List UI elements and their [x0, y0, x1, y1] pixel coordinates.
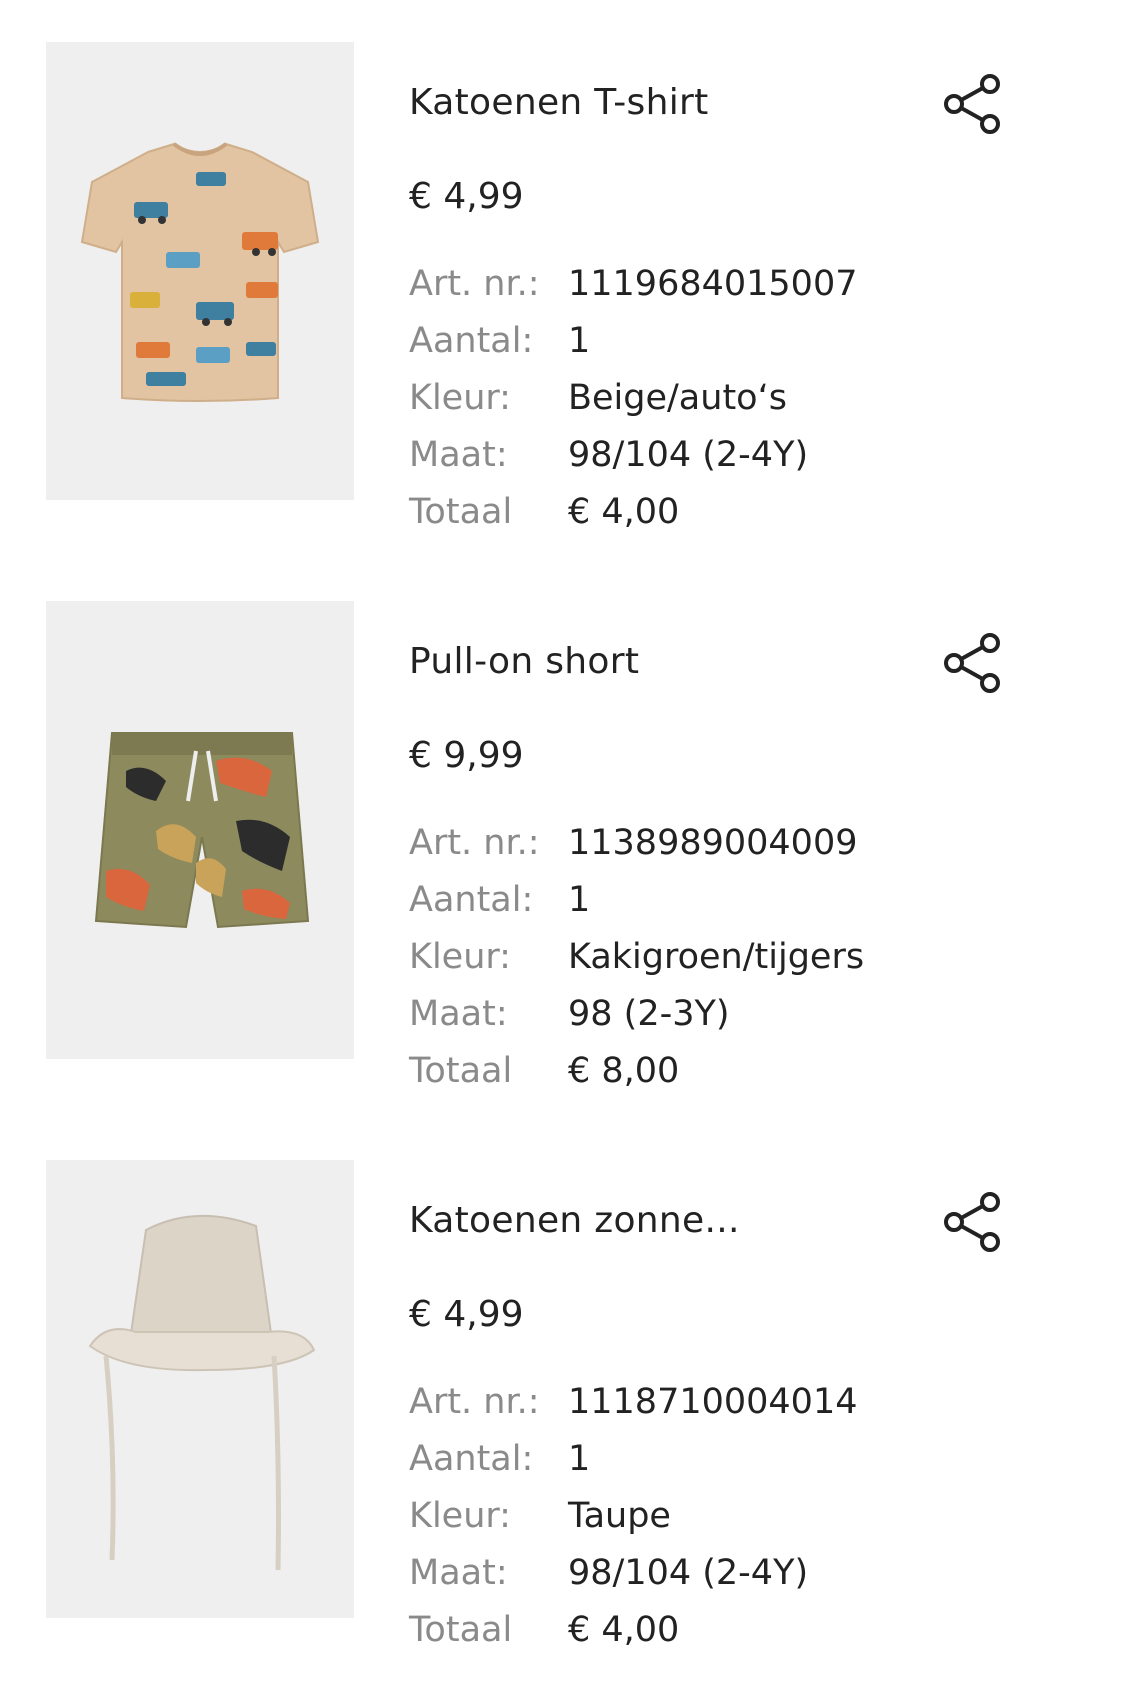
- product-image[interactable]: [46, 42, 354, 500]
- detail-row-maat: Maat: 98/104 (2-4Y): [409, 1553, 1029, 1610]
- totaal-label: Totaal: [409, 492, 513, 532]
- totaal-label: Totaal: [409, 1610, 513, 1650]
- share-button[interactable]: [938, 70, 1006, 138]
- art-nr-label: Art. nr.:: [409, 1382, 540, 1422]
- detail-row-totaal: Totaal € 4,00: [409, 1610, 1029, 1667]
- totaal-value: € 4,00: [568, 492, 680, 532]
- detail-row-art-nr: Art. nr.: 1138989004009: [409, 823, 1029, 880]
- detail-row-aantal: Aantal: 1: [409, 321, 1029, 378]
- product-image[interactable]: [46, 601, 354, 1059]
- order-items-page: { "labels": { "art_nr": "Art. nr.:", "aa…: [0, 0, 1124, 1685]
- detail-row-aantal: Aantal: 1: [409, 1439, 1029, 1496]
- totaal-value: € 8,00: [568, 1051, 680, 1091]
- detail-row-art-nr: Art. nr.: 1119684015007: [409, 264, 1029, 321]
- share-icon: [944, 74, 1000, 134]
- detail-row-kleur: Kleur: Kakigroen/tijgers: [409, 937, 1029, 994]
- product-details: Art. nr.: 1119684015007 Aantal: 1 Kleur:…: [409, 264, 1029, 549]
- order-item: Katoenen T-shirt € 4,99 Art. nr.: 111968…: [0, 42, 1124, 542]
- product-image[interactable]: [46, 1160, 354, 1618]
- product-price: € 4,99: [409, 1294, 524, 1335]
- totaal-value: € 4,00: [568, 1610, 680, 1650]
- totaal-label: Totaal: [409, 1051, 513, 1091]
- tshirt-image: [80, 142, 320, 402]
- kleur-label: Kleur:: [409, 937, 511, 977]
- detail-row-totaal: Totaal € 4,00: [409, 492, 1029, 549]
- detail-row-maat: Maat: 98/104 (2-4Y): [409, 435, 1029, 492]
- detail-row-aantal: Aantal: 1: [409, 880, 1029, 937]
- detail-row-kleur: Kleur: Taupe: [409, 1496, 1029, 1553]
- aantal-value: 1: [568, 1439, 591, 1479]
- art-nr-value: 1138989004009: [568, 823, 858, 863]
- kleur-value: Kakigroen/tijgers: [568, 937, 865, 977]
- share-icon: [944, 1192, 1000, 1252]
- maat-label: Maat:: [409, 994, 508, 1034]
- product-title[interactable]: Katoenen zonne...: [409, 1200, 740, 1241]
- aantal-label: Aantal:: [409, 1439, 534, 1479]
- product-price: € 9,99: [409, 735, 524, 776]
- art-nr-value: 1118710004014: [568, 1382, 858, 1422]
- detail-row-kleur: Kleur: Beige/auto‘s: [409, 378, 1029, 435]
- kleur-value: Beige/auto‘s: [568, 378, 787, 418]
- bucket-hat-image: [88, 1214, 316, 1571]
- share-button[interactable]: [938, 629, 1006, 697]
- art-nr-label: Art. nr.:: [409, 264, 540, 304]
- maat-label: Maat:: [409, 1553, 508, 1593]
- kleur-label: Kleur:: [409, 378, 511, 418]
- product-price: € 4,99: [409, 176, 524, 217]
- order-item: Pull-on short € 9,99 Art. nr.: 113898900…: [0, 601, 1124, 1101]
- product-title[interactable]: Katoenen T-shirt: [409, 82, 709, 123]
- aantal-label: Aantal:: [409, 880, 534, 920]
- maat-label: Maat:: [409, 435, 508, 475]
- art-nr-value: 1119684015007: [568, 264, 858, 304]
- detail-row-art-nr: Art. nr.: 1118710004014: [409, 1382, 1029, 1439]
- aantal-label: Aantal:: [409, 321, 534, 361]
- maat-value: 98 (2-3Y): [568, 994, 730, 1034]
- product-details: Art. nr.: 1118710004014 Aantal: 1 Kleur:…: [409, 1382, 1029, 1667]
- kleur-label: Kleur:: [409, 1496, 511, 1536]
- aantal-value: 1: [568, 321, 591, 361]
- product-title[interactable]: Pull-on short: [409, 641, 639, 682]
- kleur-value: Taupe: [568, 1496, 671, 1536]
- art-nr-label: Art. nr.:: [409, 823, 540, 863]
- aantal-value: 1: [568, 880, 591, 920]
- detail-row-maat: Maat: 98 (2-3Y): [409, 994, 1029, 1051]
- shorts-image: [94, 732, 310, 929]
- share-icon: [944, 633, 1000, 693]
- detail-row-totaal: Totaal € 8,00: [409, 1051, 1029, 1108]
- share-button[interactable]: [938, 1188, 1006, 1256]
- order-item: Katoenen zonne... € 4,99 Art. nr.: 11187…: [0, 1160, 1124, 1660]
- maat-value: 98/104 (2-4Y): [568, 1553, 809, 1593]
- maat-value: 98/104 (2-4Y): [568, 435, 809, 475]
- product-details: Art. nr.: 1138989004009 Aantal: 1 Kleur:…: [409, 823, 1029, 1108]
